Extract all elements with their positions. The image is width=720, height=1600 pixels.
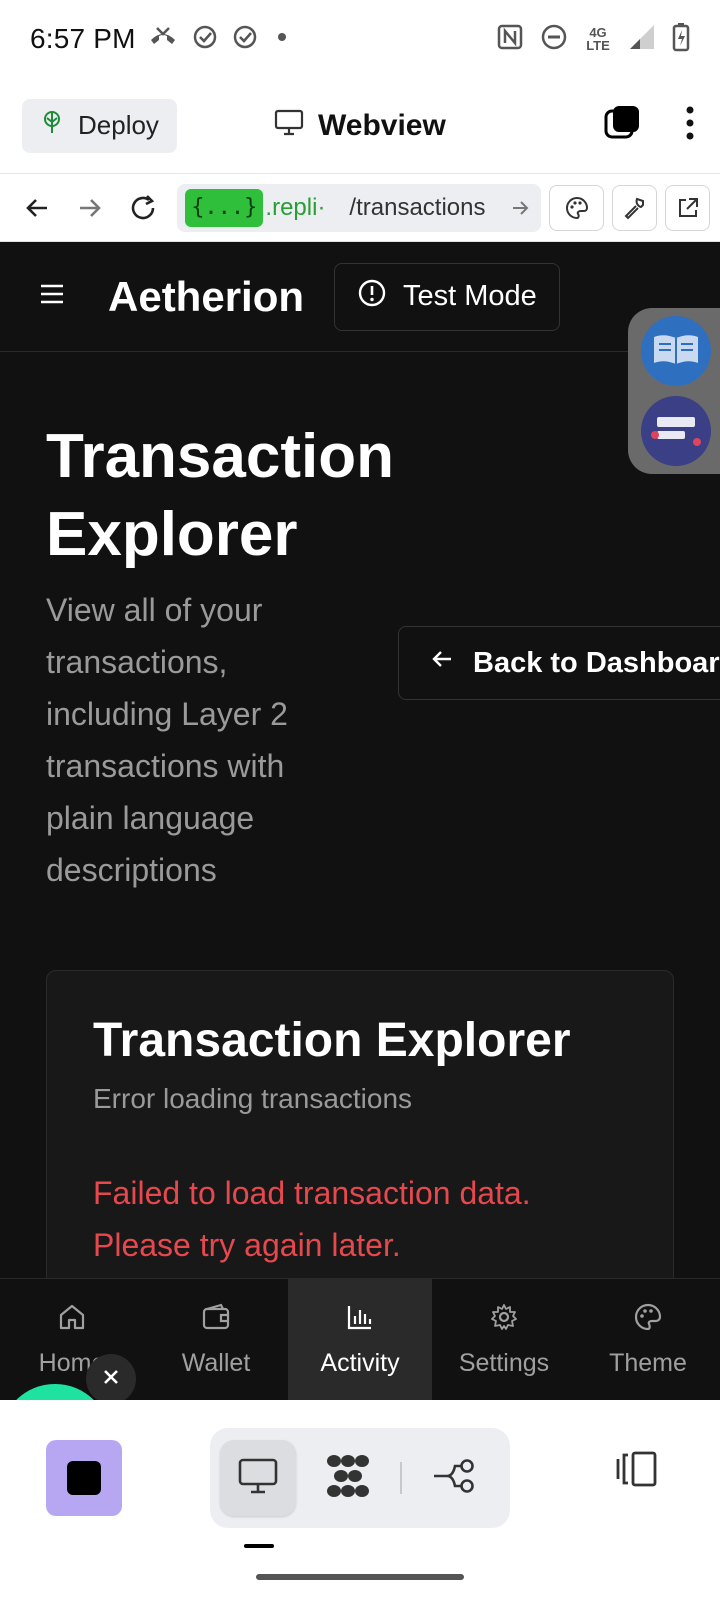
- tab-wallet[interactable]: Wallet: [144, 1279, 288, 1400]
- url-host: .repli·: [265, 193, 326, 221]
- agent-pattern-icon: [324, 1453, 372, 1504]
- devtools-wrench-button[interactable]: [611, 184, 657, 231]
- back-to-dashboard-label: Back to Dashboard: [473, 646, 720, 679]
- hamburger-menu-icon[interactable]: [38, 282, 66, 311]
- url-tag: {...}: [185, 188, 264, 227]
- card-stack-icon: [649, 409, 703, 454]
- webview-title-label: Webview: [318, 109, 446, 142]
- reload-icon[interactable]: [122, 187, 163, 229]
- palette-icon: [633, 1302, 663, 1339]
- monitor-icon: [274, 108, 304, 144]
- panel-layout-icon: [614, 1449, 660, 1494]
- open-external-button[interactable]: [665, 184, 711, 231]
- test-mode-label: Test Mode: [403, 280, 537, 312]
- test-mode-button[interactable]: Test Mode: [334, 262, 560, 331]
- alert-circle-icon: [357, 278, 387, 316]
- open-book-icon: [650, 329, 702, 374]
- deploy-icon: [40, 109, 64, 142]
- tab-settings-label: Settings: [458, 1348, 550, 1377]
- card-title: Transaction Explorer: [93, 1014, 571, 1067]
- check-circle-icon: [232, 24, 258, 55]
- home-indicator: [256, 1574, 464, 1580]
- webview-view-button[interactable]: [220, 1440, 296, 1516]
- network-type-label: 4G LTE: [586, 25, 610, 53]
- status-bar: 6:57 PM 4G LTE: [0, 0, 720, 78]
- more-options-icon[interactable]: [682, 103, 698, 148]
- close-icon: [101, 1367, 121, 1392]
- gear-icon: [489, 1302, 519, 1339]
- url-go-arrow-icon[interactable]: [507, 198, 533, 218]
- app-navbar: Aetherion Test Mode: [0, 242, 720, 352]
- branch-graph-icon: [431, 1456, 477, 1501]
- floating-tools-panel: [628, 308, 720, 474]
- view-switcher: [210, 1428, 510, 1528]
- signal-icon: [628, 23, 656, 56]
- tab-activity[interactable]: Activity: [288, 1279, 432, 1400]
- status-time: 6:57 PM: [30, 23, 136, 54]
- replit-bottom-bar: [0, 1400, 720, 1600]
- palette-tool-button[interactable]: [549, 184, 604, 231]
- agent-view-button[interactable]: [310, 1440, 386, 1516]
- deploy-label: Deploy: [78, 110, 159, 140]
- home-icon: [57, 1302, 87, 1339]
- stop-icon: [67, 1461, 101, 1495]
- tab-settings[interactable]: Settings: [432, 1279, 576, 1400]
- tab-wallet-label: Wallet: [181, 1348, 251, 1377]
- bar-chart-icon: [345, 1302, 375, 1339]
- forward-arrow-icon[interactable]: [69, 187, 110, 229]
- monitor-icon: [237, 1456, 279, 1501]
- do-not-disturb-icon: [540, 23, 568, 56]
- deploy-button[interactable]: Deploy: [22, 98, 177, 153]
- tab-indicator: [244, 1544, 274, 1548]
- status-system-icons: 4G LTE: [496, 22, 690, 57]
- tab-theme-label: Theme: [609, 1348, 687, 1377]
- wallet-icon: [201, 1302, 231, 1339]
- webview-title: Webview: [274, 78, 446, 174]
- battery-charging-icon: [672, 22, 690, 57]
- card-subtitle: Error loading transactions: [93, 1083, 413, 1114]
- url-bar: {...} .repli· /transactions: [0, 174, 720, 242]
- missed-call-icon: [148, 24, 178, 55]
- toast-close-button[interactable]: [86, 1354, 136, 1400]
- webview-app: Aetherion Test Mode Transaction Explorer…: [0, 242, 720, 1400]
- cards-tool-button[interactable]: [641, 396, 711, 466]
- error-message: Failed to load transaction data. Please …: [93, 1175, 531, 1263]
- status-notification-icons: [148, 24, 292, 55]
- url-path: /transactions: [349, 193, 486, 221]
- view-divider: [400, 1462, 402, 1494]
- brand-name[interactable]: Aetherion: [108, 273, 304, 321]
- header-actions: [602, 103, 698, 148]
- check-circle-icon: [192, 24, 218, 55]
- docs-book-button[interactable]: [641, 316, 711, 386]
- back-to-dashboard-button[interactable]: Back to Dashboard: [398, 626, 720, 700]
- git-view-button[interactable]: [416, 1440, 492, 1516]
- arrow-left-icon: [429, 646, 455, 680]
- tab-activity-label: Activity: [320, 1348, 400, 1377]
- page-description: View all of your transactions, including…: [46, 592, 288, 888]
- back-arrow-icon[interactable]: [16, 187, 57, 229]
- tab-theme[interactable]: Theme: [576, 1279, 720, 1400]
- tabs-switcher-icon[interactable]: [602, 103, 642, 148]
- nfc-icon: [496, 23, 524, 56]
- stop-button[interactable]: [46, 1440, 122, 1516]
- split-panel-button[interactable]: [610, 1444, 664, 1498]
- dot-icon: [272, 24, 292, 55]
- replit-header: Deploy Webview: [0, 78, 720, 174]
- url-field[interactable]: {...} .repli· /transactions: [177, 183, 542, 232]
- page-title: Transaction Explorer: [46, 422, 394, 569]
